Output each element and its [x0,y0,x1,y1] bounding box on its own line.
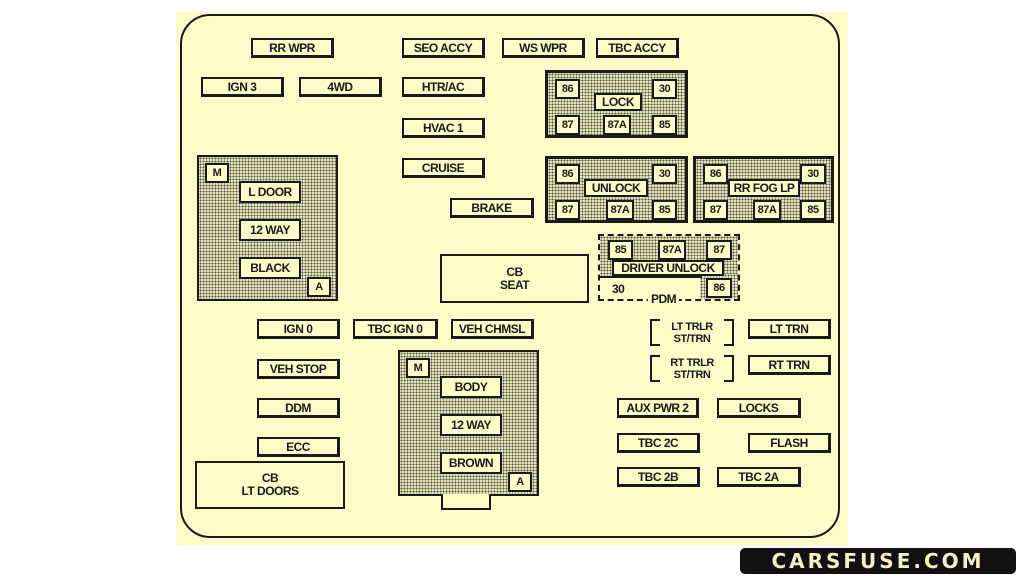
relay-pin: 30 [652,79,677,99]
fuse-line: ST/TRN [673,332,711,345]
watermark-logo: CARSFUSE.COM [740,548,1016,574]
fuse-lt-trn: LT TRN [748,319,831,339]
cb-line: CB [506,264,523,279]
cb-line: LT DOORS [241,484,299,498]
fuse-ecc: ECC [257,437,340,457]
relay-pin: 85 [608,240,633,260]
relay-unlock: 86 30 UNLOCK 87 87A 85 [545,156,688,223]
fuse-ddm: DDM [257,398,340,418]
pdm-divider [600,276,702,278]
fuse-tbc-ign-0: TBC IGN 0 [353,319,438,339]
relay-pin: 87A [658,240,686,260]
relay-label: UNLOCK [584,179,648,197]
fuse-line: ST/TRN [673,368,711,381]
fuse-rt-trlr-st-trn: RT TRLR ST/TRN [650,355,734,382]
connector-left-door: M L DOOR 12 WAY BLACK A [197,155,338,301]
pdm-label: PDM [648,292,680,306]
connector-slot: BLACK [239,257,301,279]
fuse-4wd: 4WD [299,77,382,97]
pdm-module: 85 87A 87 DRIVER UNLOCK 86 30 PDM [598,234,740,306]
connector-body: M BODY 12 WAY BROWN A [398,350,539,496]
connector-slot: 12 WAY [239,219,301,241]
relay-pin: 30 [652,164,677,184]
connector-corner-a: A [508,472,532,492]
fuse-brake: BRAKE [450,198,534,218]
fuse-ws-wpr: WS WPR [502,38,585,58]
relay-label: DRIVER UNLOCK [612,260,724,276]
fuse-rt-trn: RT TRN [748,355,831,375]
fuse-tbc-accy: TBC ACCY [596,38,679,58]
relay-pin: 87 [706,240,732,260]
fuse-cruise: CRUISE [402,158,485,178]
relay-lock: 86 30 LOCK 87 87A 85 [545,70,688,138]
connector-corner-a: A [307,277,331,297]
relay-pin: 87A [753,200,781,220]
relay-label: RR FOG LP [728,179,800,197]
relay-pin: 85 [800,200,826,220]
fuse-hvac-1: HVAC 1 [402,118,485,138]
connector-slot: BROWN [440,452,502,474]
fuse-veh-chmsl: VEH CHMSL [451,319,534,339]
fuse-ign-3: IGN 3 [201,77,284,97]
fuse-ign-0: IGN 0 [257,319,340,339]
connector-tab [441,494,491,510]
fuse-tbc-2c: TBC 2C [617,433,700,453]
cb-line: SEAT [499,277,530,292]
relay-pin: 85 [652,115,677,135]
fuse-flash: FLASH [748,433,831,453]
fuse-htr-ac: HTR/AC [402,77,485,97]
relay-pin: 87A [606,200,634,220]
pdm-pin-30: 30 [612,282,625,296]
relay-pin: 86 [555,164,580,184]
fuse-tbc-2a: TBC 2A [717,467,801,487]
relay-pin: 87A [603,115,631,135]
connector-slot: BODY [440,376,502,398]
fuse-seo-accy: SEO ACCY [402,38,485,58]
relay-pin: 86 [555,79,580,99]
fuse-aux-pwr-2: AUX PWR 2 [617,398,699,418]
relay-rr-fog-lp: 86 30 RR FOG LP 87 87A 85 [693,156,834,223]
relay-pin: 87 [703,200,728,220]
fuse-lt-trlr-st-trn: LT TRLR ST/TRN [650,319,734,346]
circuit-breaker-lt-doors: CB LT DOORS [195,461,345,509]
relay-pin: 87 [555,115,580,135]
fuse-locks: LOCKS [717,398,801,418]
fuse-line: LT TRLR [671,320,713,333]
relay-label: LOCK [594,93,642,111]
connector-slot: L DOOR [239,181,301,203]
relay-pin: 86 [706,278,732,298]
connector-corner-m: M [406,358,430,378]
relay-pin: 87 [555,200,580,220]
circuit-breaker-seat: CB SEAT [440,254,589,303]
fuse-tbc-2b: TBC 2B [617,467,700,487]
connector-corner-m: M [205,163,229,183]
relay-pin: 86 [703,164,728,184]
relay-pin: 30 [800,164,826,184]
fuse-line: RT TRLR [670,356,714,369]
fuse-rr-wpr: RR WPR [251,38,334,58]
relay-pin: 85 [652,200,677,220]
connector-slot: 12 WAY [440,414,502,436]
fuse-veh-stop: VEH STOP [257,359,340,379]
